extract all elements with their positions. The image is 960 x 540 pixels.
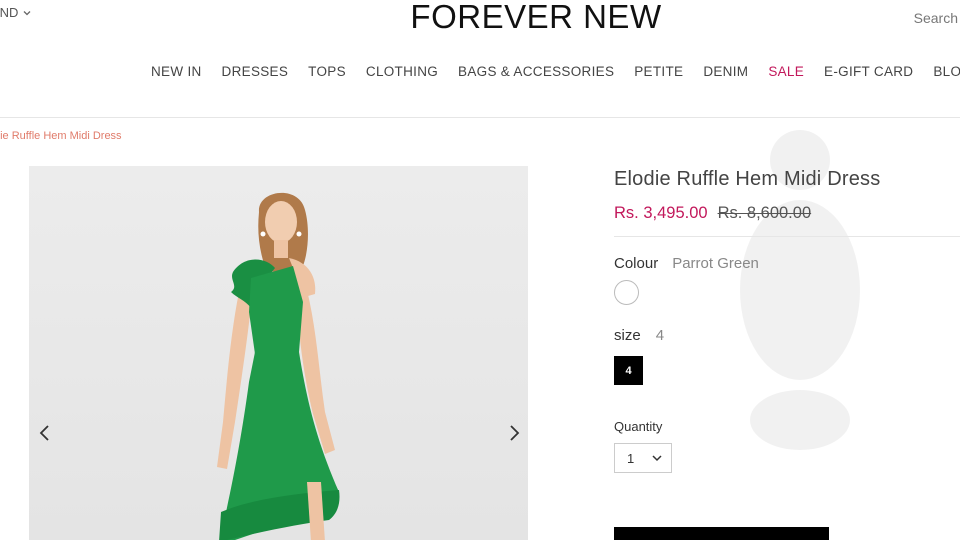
- size-value: 4: [655, 327, 665, 344]
- quantity-value: 1: [627, 450, 635, 466]
- colour-value: Parrot Green: [672, 255, 759, 272]
- quantity-select[interactable]: 1: [614, 443, 672, 473]
- colour-swatch[interactable]: [614, 280, 639, 305]
- product-image-gallery: [29, 166, 528, 540]
- sale-price: Rs. 3,495.00: [614, 204, 708, 222]
- chevron-down-icon: [652, 455, 662, 462]
- chevron-right-icon[interactable]: [503, 422, 525, 444]
- breadcrumb[interactable]: die Ruffle Hem Midi Dress: [0, 130, 122, 142]
- colour-label: Colour: [614, 255, 659, 272]
- nav-item-sale[interactable]: SALE: [758, 64, 814, 79]
- add-to-bag-button[interactable]: [614, 527, 829, 540]
- nav-item-dresses[interactable]: DRESSES: [212, 64, 299, 79]
- original-price: Rs. 8,600.00: [717, 204, 812, 222]
- search-link[interactable]: Search: [914, 10, 958, 26]
- info-divider: [614, 236, 960, 237]
- size-option-4[interactable]: 4: [614, 356, 643, 385]
- nav-item-new-in[interactable]: NEW IN: [141, 64, 212, 79]
- product-info-panel: Elodie Ruffle Hem Midi Dress Rs. 3,495.0…: [614, 168, 960, 473]
- header-divider: [0, 117, 960, 118]
- nav-item-blog[interactable]: BLOG: [923, 64, 960, 79]
- nav-item-e-gift-card[interactable]: E-GIFT CARD: [814, 64, 923, 79]
- price-row: Rs. 3,495.00 Rs. 8,600.00: [614, 204, 960, 223]
- product-image: [217, 192, 340, 540]
- colour-row: Colour Parrot Green: [614, 255, 960, 272]
- size-label: size: [614, 327, 641, 344]
- nav-item-clothing[interactable]: CLOTHING: [356, 64, 448, 79]
- nav-item-tops[interactable]: TOPS: [298, 64, 356, 79]
- main-nav: NEW IN DRESSES TOPS CLOTHING BAGS & ACCE…: [141, 64, 960, 79]
- chevron-left-icon[interactable]: [34, 422, 56, 444]
- nav-item-petite[interactable]: PETITE: [624, 64, 693, 79]
- nav-item-bags-accessories[interactable]: BAGS & ACCESSORIES: [448, 64, 624, 79]
- product-title: Elodie Ruffle Hem Midi Dress: [614, 168, 881, 190]
- size-row: size 4: [614, 327, 960, 344]
- nav-item-denim[interactable]: DENIM: [693, 64, 758, 79]
- brand-logo[interactable]: FOREVER NEW: [0, 0, 960, 36]
- quantity-label: Quantity: [614, 419, 663, 434]
